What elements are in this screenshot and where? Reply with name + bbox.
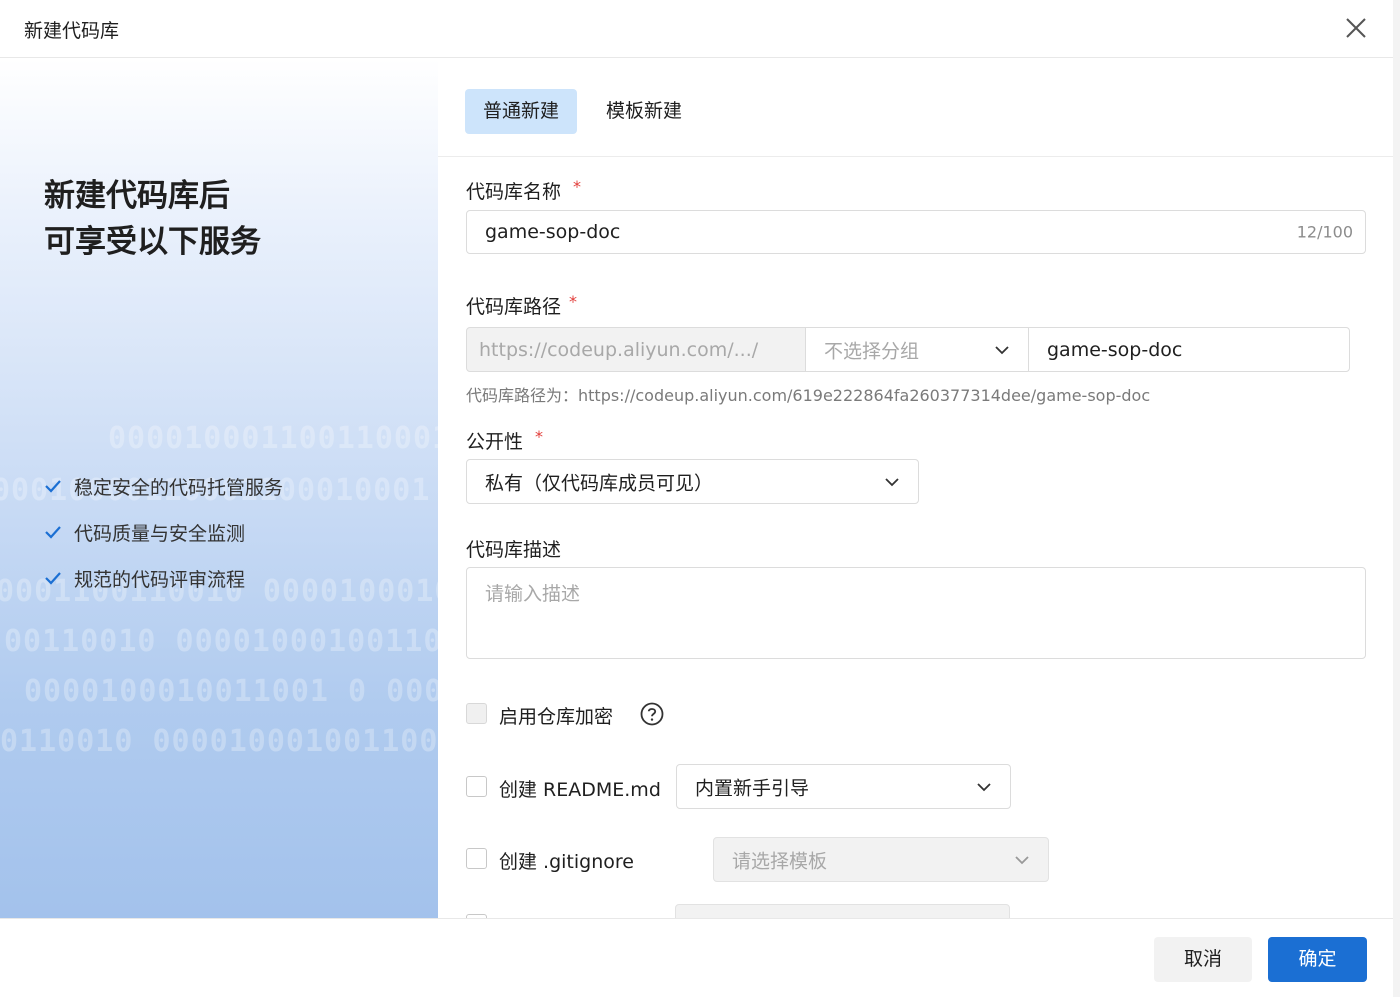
description-label: 代码库描述 [466, 539, 562, 561]
feature-item: 稳定安全的代码托管服务 [44, 463, 283, 509]
feature-item: 代码质量与安全监测 [44, 509, 283, 555]
description-textarea[interactable]: 请输入描述 [466, 567, 1366, 659]
repo-name-input[interactable]: game-sop-doc 12/100 [466, 210, 1366, 254]
path-hint: 代码库路径为：https://codeup.aliyun.com/619e222… [466, 386, 1151, 405]
chevron-down-icon [995, 345, 1009, 354]
visibility-label: 公开性 * [466, 427, 544, 453]
feature-item: 规范的代码评审流程 [44, 555, 283, 601]
close-icon[interactable] [1341, 13, 1371, 43]
repo-name-value: game-sop-doc [485, 221, 621, 243]
required-mark: * [535, 427, 544, 446]
dialog-title: 新建代码库 [24, 20, 120, 42]
readme-checkbox[interactable] [466, 776, 487, 797]
background-binary-text: 0110010 0000100010011001 [0, 724, 438, 759]
repo-name-label: 代码库名称 * [466, 177, 582, 203]
scrollbar[interactable] [1393, 0, 1400, 997]
dialog-header: 新建代码库 [0, 0, 1400, 58]
create-mode-tabs: 普通新建 模板新建 [438, 59, 1393, 157]
repo-path-input[interactable]: game-sop-doc [1028, 327, 1350, 372]
chevron-down-icon [977, 782, 991, 791]
confirm-button[interactable]: 确定 [1268, 937, 1367, 982]
encryption-label: 启用仓库加密 [499, 706, 614, 728]
background-binary-text: 0000100010011001 0 00001000 [24, 674, 438, 709]
readme-template-select[interactable]: 内置新手引导 [676, 764, 1011, 809]
group-select[interactable]: 不选择分组 [805, 327, 1029, 372]
readme-label: 创建 README.md [499, 779, 661, 801]
promo-headline: 新建代码库后 可享受以下服务 [44, 178, 261, 260]
path-prefix-field: https://codeup.aliyun.com/.../ [466, 327, 806, 372]
background-binary-text: 0000100011001100010 [108, 421, 438, 456]
check-icon [45, 572, 61, 585]
gitignore-label: 创建 .gitignore [499, 851, 634, 873]
feature-list: 稳定安全的代码托管服务 代码质量与安全监测 规范的代码评审流程 [44, 463, 283, 601]
cancel-button[interactable]: 取消 [1154, 937, 1252, 982]
background-binary-text: 00110010 000010001001100 [4, 624, 438, 659]
promo-panel: 0000100011001100010 00010000110001100010… [0, 59, 438, 919]
chevron-down-icon [885, 477, 899, 486]
required-mark: * [569, 292, 578, 311]
new-repo-dialog: 新建代码库 0000100011001100010 00010000110001… [0, 0, 1400, 997]
check-icon [45, 526, 61, 539]
dialog-footer: 取消 确定 [0, 918, 1393, 997]
repo-path-label: 代码库路径 * [466, 292, 578, 318]
next-option-select [675, 904, 1010, 919]
chevron-down-icon [1015, 855, 1029, 864]
tab-template-create[interactable]: 模板新建 [588, 89, 700, 134]
gitignore-template-select: 请选择模板 [713, 837, 1049, 882]
visibility-select[interactable]: 私有（仅代码库成员可见） [466, 459, 919, 504]
required-mark: * [573, 177, 582, 196]
form-panel: 普通新建 模板新建 代码库名称 * game-sop-doc 12/100 代码库… [438, 59, 1393, 919]
char-counter: 12/100 [1296, 222, 1353, 242]
tab-normal-create[interactable]: 普通新建 [465, 89, 578, 134]
question-circle-icon[interactable] [640, 702, 664, 726]
check-icon [45, 480, 61, 493]
encryption-checkbox[interactable] [466, 703, 487, 724]
gitignore-checkbox[interactable] [466, 848, 487, 869]
